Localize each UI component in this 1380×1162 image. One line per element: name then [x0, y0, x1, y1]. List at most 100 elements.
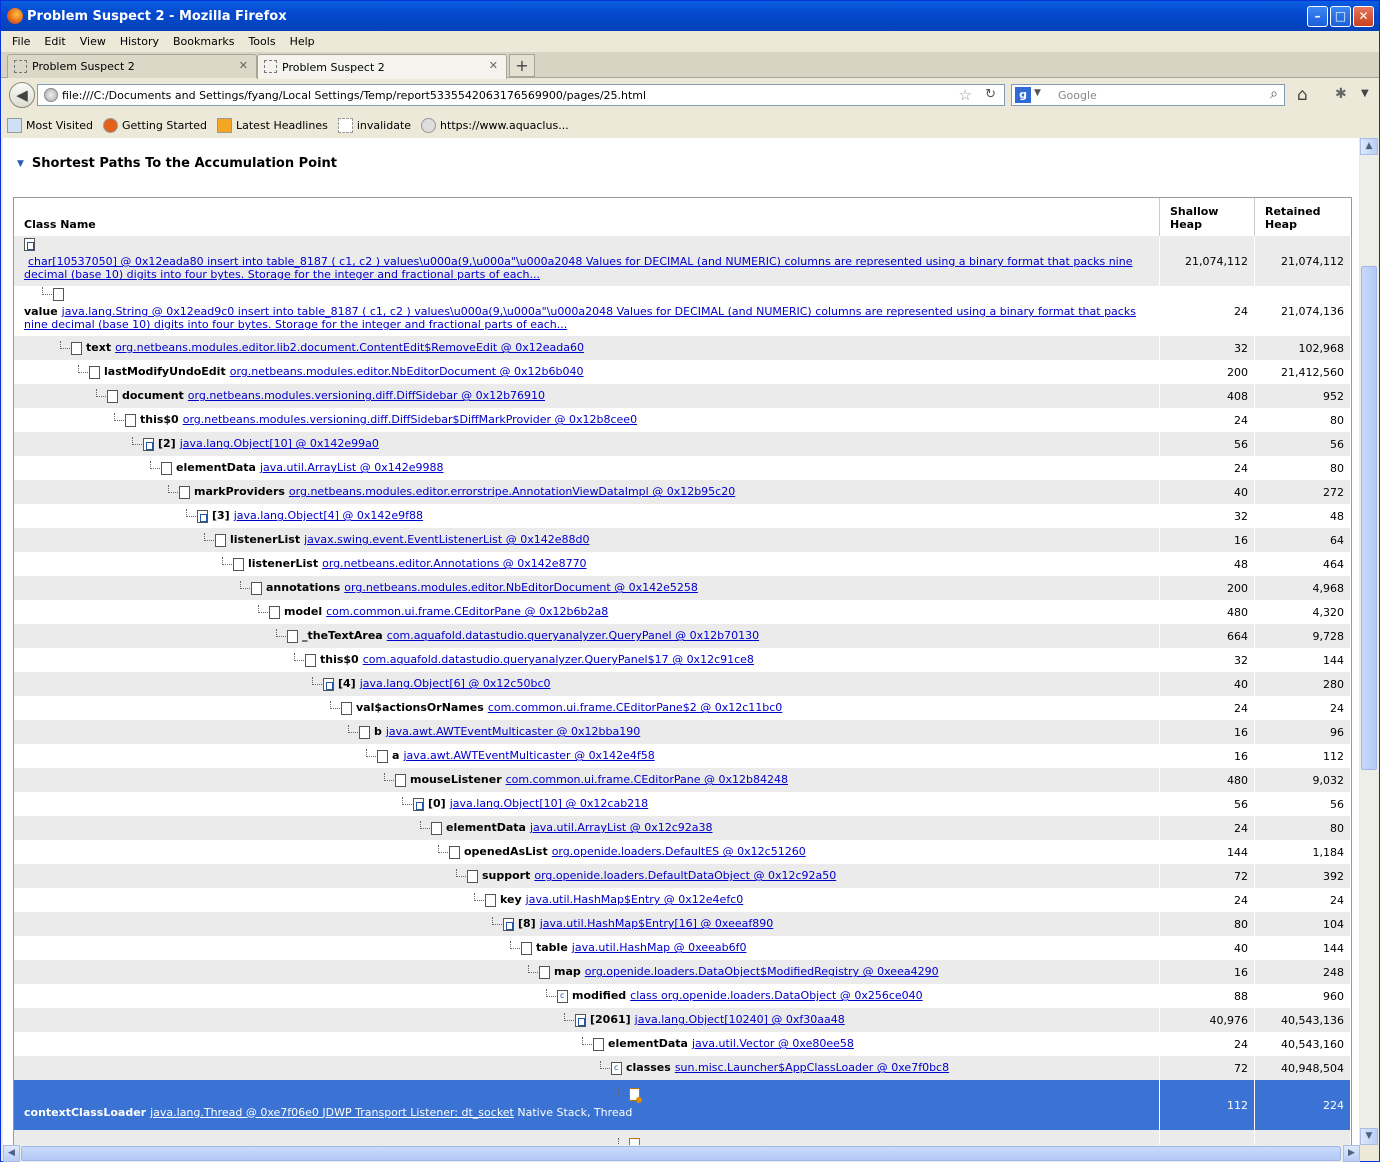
menu-bookmarks[interactable]: Bookmarks — [166, 35, 241, 48]
class-name-cell[interactable]: listenerList javax.swing.event.EventListe… — [14, 528, 1160, 552]
search-icon[interactable]: ⌕ — [1270, 86, 1278, 102]
class-name-cell[interactable]: openedAsList org.openide.loaders.DefaultE… — [14, 840, 1160, 864]
object-link[interactable]: org.openide.loaders.DataObject$ModifiedR… — [585, 965, 939, 978]
object-link[interactable]: sun.misc.Launcher$AppClassLoader @ 0xe7f… — [675, 1061, 949, 1074]
tab-2[interactable]: Problem Suspect 2 ✕ — [257, 54, 507, 79]
table-row[interactable]: contextClassLoaderjava.lang.Thread @ 0xe… — [14, 1080, 1351, 1130]
table-row[interactable]: document org.netbeans.modules.versioning.… — [14, 384, 1351, 408]
object-link[interactable]: class org.openide.loaders.DataObject @ 0… — [630, 989, 923, 1002]
object-link[interactable]: org.netbeans.modules.editor.lib2.documen… — [115, 341, 584, 354]
class-name-cell[interactable]: modifiedclass org.openide.loaders.DataOb… — [14, 984, 1160, 1008]
table-row[interactable]: elementData java.util.Vector @ 0xe80ee58 … — [14, 1032, 1351, 1056]
table-row[interactable]: [4] java.lang.Object[6] @ 0x12c50bc0 40 28… — [14, 672, 1351, 696]
object-link[interactable]: com.common.ui.frame.CEditorPane @ 0x12b8… — [506, 773, 788, 786]
tab-close-icon[interactable]: ✕ — [489, 59, 498, 72]
scroll-down-icon[interactable]: ▼ — [1360, 1128, 1378, 1145]
table-row[interactable]: [8] java.util.HashMap$Entry[16] @ 0xeeaf8… — [14, 912, 1351, 936]
table-row[interactable]: [0] java.lang.Object[10] @ 0x12cab218 56 5… — [14, 792, 1351, 816]
object-link[interactable]: java.util.HashMap$Entry @ 0x12e4efc0 — [526, 893, 744, 906]
class-name-cell[interactable]: elementData java.util.ArrayList @ 0x142e9… — [14, 456, 1160, 480]
class-name-cell[interactable]: markProviders org.netbeans.modules.editor… — [14, 480, 1160, 504]
object-link[interactable]: java.util.HashMap$Entry[16] @ 0xeeaf890 — [540, 917, 774, 930]
vertical-scrollbar[interactable]: ▲ ▼ — [1360, 138, 1378, 1145]
object-link[interactable]: java.util.Vector @ 0xe80ee58 — [692, 1037, 854, 1050]
table-row[interactable]: val$actionsOrNames com.common.ui.frame.CE… — [14, 696, 1351, 720]
object-link[interactable]: java.awt.AWTEventMulticaster @ 0x142e4f5… — [403, 749, 654, 762]
table-row[interactable]: classes sun.misc.Launcher$AppClassLoader … — [14, 1056, 1351, 1080]
object-link[interactable]: javax.swing.event.EventListenerList @ 0x… — [304, 533, 589, 546]
table-row[interactable]: text org.netbeans.modules.editor.lib2.doc… — [14, 336, 1351, 360]
table-row[interactable]: this$0 com.aquafold.datastudio.queryanaly… — [14, 648, 1351, 672]
object-link[interactable]: org.netbeans.modules.versioning.diff.Dif… — [183, 413, 637, 426]
object-link[interactable]: java.lang.String @ 0x12ead9c0 insert int… — [24, 305, 1136, 331]
table-row[interactable]: modifiedclass org.openide.loaders.DataOb… — [14, 984, 1351, 1008]
table-row[interactable]: listenerList org.netbeans.editor.Annotati… — [14, 552, 1351, 576]
class-name-cell[interactable]: b java.awt.AWTEventMulticaster @ 0x12bba1… — [14, 720, 1160, 744]
column-header-shallow-heap[interactable]: Shallow Heap — [1159, 198, 1255, 236]
object-link[interactable]: org.netbeans.editor.Annotations @ 0x142e… — [322, 557, 586, 570]
table-row[interactable]: contextClassLoaderjava.lang.Thread @ 0xe… — [14, 1130, 1351, 1145]
table-row[interactable]: listenerList javax.swing.event.EventListe… — [14, 528, 1351, 552]
menu-view[interactable]: View — [73, 35, 113, 48]
object-link[interactable]: org.netbeans.modules.versioning.diff.Dif… — [188, 389, 545, 402]
class-name-cell[interactable]: lastModifyUndoEdit org.netbeans.modules.e… — [14, 360, 1160, 384]
table-row[interactable]: key java.util.HashMap$Entry @ 0x12e4efc0 … — [14, 888, 1351, 912]
table-row[interactable]: markProviders org.netbeans.modules.editor… — [14, 480, 1351, 504]
table-row[interactable]: elementData java.util.ArrayList @ 0x12c92… — [14, 816, 1351, 840]
object-link[interactable]: java.lang.Object[6] @ 0x12c50bc0 — [360, 677, 551, 690]
scroll-up-icon[interactable]: ▲ — [1360, 138, 1378, 155]
table-row[interactable]: [2061] java.lang.Object[10240] @ 0xf30aa4… — [14, 1008, 1351, 1032]
back-button[interactable]: ◀ — [9, 82, 35, 108]
class-name-cell[interactable]: [8] java.util.HashMap$Entry[16] @ 0xeeaf8… — [14, 912, 1160, 936]
table-row[interactable]: openedAsList org.openide.loaders.DefaultE… — [14, 840, 1351, 864]
google-engine-icon[interactable]: g — [1015, 87, 1031, 103]
object-link[interactable]: org.netbeans.modules.editor.NbEditorDocu… — [344, 581, 698, 594]
table-row[interactable]: [2] java.lang.Object[10] @ 0x142e99a0 56 5… — [14, 432, 1351, 456]
table-row[interactable]: [3] java.lang.Object[4] @ 0x142e9f88 32 48 — [14, 504, 1351, 528]
table-row[interactable]: support org.openide.loaders.DefaultDataOb… — [14, 864, 1351, 888]
object-link[interactable]: org.netbeans.modules.editor.NbEditorDocu… — [230, 365, 584, 378]
horizontal-scrollbar[interactable]: ◀ ▶ — [3, 1145, 1360, 1162]
object-link[interactable]: java.util.ArrayList @ 0x12c92a38 — [530, 821, 713, 834]
class-name-cell[interactable]: a java.awt.AWTEventMulticaster @ 0x142e4f… — [14, 744, 1160, 768]
minimize-button[interactable]: – — [1307, 6, 1328, 27]
table-row[interactable]: table java.util.HashMap @ 0xeeab6f0 40 144 — [14, 936, 1351, 960]
class-name-cell[interactable]: char[10537050] @ 0x12eada80 insert into … — [14, 236, 1160, 286]
object-link[interactable]: java.lang.Object[10240] @ 0xf30aa48 — [635, 1013, 845, 1026]
class-name-cell[interactable]: support org.openide.loaders.DefaultDataOb… — [14, 864, 1160, 888]
table-row[interactable]: char[10537050] @ 0x12eada80 insert into … — [14, 236, 1351, 286]
search-box[interactable]: g ▼ Google ⌕ — [1011, 84, 1285, 106]
class-name-cell[interactable]: contextClassLoaderjava.lang.Thread @ 0xe… — [14, 1080, 1160, 1130]
object-link[interactable]: java.awt.AWTEventMulticaster @ 0x12bba19… — [386, 725, 640, 738]
table-row[interactable]: map org.openide.loaders.DataObject$Modifi… — [14, 960, 1351, 984]
bookmark-getting-started[interactable]: Getting Started — [102, 117, 207, 133]
class-name-cell[interactable]: [3] java.lang.Object[4] @ 0x142e9f88 — [14, 504, 1160, 528]
chevron-down-icon[interactable]: ▼ — [1034, 88, 1041, 98]
class-name-cell[interactable]: model com.common.ui.frame.CEditorPane @ 0… — [14, 600, 1160, 624]
url-bar[interactable]: file:///C:/Documents and Settings/fyang/… — [37, 84, 1005, 106]
class-name-cell[interactable]: value java.lang.String @ 0x12ead9c0 inser… — [14, 286, 1160, 336]
column-header-class-name[interactable]: Class Name — [14, 198, 1160, 236]
new-tab-button[interactable]: + — [509, 54, 535, 77]
class-name-cell[interactable]: elementData java.util.Vector @ 0xe80ee58 — [14, 1032, 1160, 1056]
scroll-thumb[interactable] — [1361, 266, 1377, 770]
table-row[interactable]: mouseListener com.common.ui.frame.CEditor… — [14, 768, 1351, 792]
class-name-cell[interactable]: key java.util.HashMap$Entry @ 0x12e4efc0 — [14, 888, 1160, 912]
bookmark-latest-headlines[interactable]: Latest Headlines — [217, 117, 328, 133]
table-row[interactable]: b java.awt.AWTEventMulticaster @ 0x12bba1… — [14, 720, 1351, 744]
class-name-cell[interactable]: [2061] java.lang.Object[10240] @ 0xf30aa4… — [14, 1008, 1160, 1032]
class-name-cell[interactable]: elementData java.util.ArrayList @ 0x12c92… — [14, 816, 1160, 840]
tab-1[interactable]: Problem Suspect 2 ✕ — [7, 54, 257, 78]
scroll-right-icon[interactable]: ▶ — [1343, 1145, 1360, 1162]
table-row[interactable]: _theTextArea com.aquafold.datastudio.quer… — [14, 624, 1351, 648]
class-name-cell[interactable]: contextClassLoaderjava.lang.Thread @ 0xe… — [14, 1130, 1160, 1145]
object-link[interactable]: org.openide.loaders.DefaultDataObject @ … — [534, 869, 836, 882]
class-name-cell[interactable]: document org.netbeans.modules.versioning.… — [14, 384, 1160, 408]
class-name-cell[interactable]: map org.openide.loaders.DataObject$Modifi… — [14, 960, 1160, 984]
reload-icon[interactable]: ↻ — [985, 87, 996, 102]
class-name-cell[interactable]: mouseListener com.common.ui.frame.CEditor… — [14, 768, 1160, 792]
bookmark-invalidate[interactable]: invalidate — [337, 117, 411, 133]
table-row[interactable]: annotations org.netbeans.modules.editor.N… — [14, 576, 1351, 600]
class-name-cell[interactable]: _theTextArea com.aquafold.datastudio.quer… — [14, 624, 1160, 648]
menu-edit[interactable]: Edit — [37, 35, 72, 48]
